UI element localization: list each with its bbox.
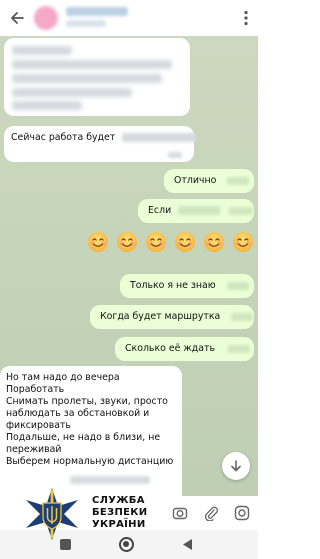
camera-icon[interactable] <box>172 505 188 521</box>
chat-screen: Сейчас работа будет Отлично Если Только … <box>0 0 258 559</box>
sbu-emblem-icon <box>26 488 78 540</box>
message-text: Сколько её ждать <box>125 343 216 354</box>
message-time-redacted <box>227 176 250 185</box>
message-text: Сейчас работа будет <box>11 132 116 143</box>
smiling-face-emoji-icon <box>117 232 137 252</box>
contact-status-redacted <box>66 20 106 27</box>
outgoing-message[interactable]: Когда будет маршрутка <box>90 305 254 329</box>
message-text: Когда будет маршрутка <box>100 311 221 322</box>
smiling-face-emoji-icon <box>88 232 108 252</box>
more-menu-icon[interactable] <box>242 10 250 26</box>
incoming-message[interactable]: Сейчас работа будет <box>4 126 197 162</box>
message-time-redacted <box>70 476 150 484</box>
scroll-down-button[interactable] <box>222 452 250 480</box>
message-line: переживай <box>6 444 62 455</box>
message-line: наблюдать за обстановкой и <box>6 408 150 419</box>
message-time-redacted <box>168 152 182 158</box>
sbu-text: СЛУЖБА БЕЗПЕКИ УКРАЇНИ <box>92 495 147 531</box>
message-line: Поработать <box>6 384 65 395</box>
message-time-redacted <box>231 312 254 321</box>
message-line: Снимать пролеты, звуки, просто <box>6 396 168 407</box>
chat-header <box>0 0 258 36</box>
sbu-line: СЛУЖБА <box>92 495 145 506</box>
sbu-line: БЕЗПЕКИ <box>92 507 148 518</box>
smiling-face-emoji-icon <box>175 232 195 252</box>
outgoing-message[interactable]: Сколько её ждать <box>115 337 254 361</box>
message-text: Отлично <box>174 175 217 186</box>
back-triangle-icon[interactable] <box>181 538 193 551</box>
sbu-watermark: СЛУЖБА БЕЗПЕКИ УКРАЇНИ <box>20 484 150 544</box>
message-line: Выберем нормальную дистанцию <box>6 456 174 467</box>
message-line: Подальше, не надо в близи, не <box>6 432 161 443</box>
smiling-face-emoji-icon <box>204 232 224 252</box>
sbu-line: УКРАЇНИ <box>92 519 146 530</box>
redacted-text <box>178 206 221 215</box>
contact-avatar[interactable] <box>34 6 58 30</box>
outgoing-message[interactable]: Только я не знаю <box>120 274 254 298</box>
message-time-redacted <box>228 344 250 353</box>
back-arrow-icon[interactable] <box>8 9 26 27</box>
message-time-redacted <box>229 206 254 215</box>
outgoing-message[interactable]: Если <box>138 199 254 223</box>
attach-icon[interactable] <box>203 505 219 521</box>
redacted-text <box>122 133 197 142</box>
message-time-redacted <box>226 281 249 290</box>
smiling-face-emoji-icon <box>146 232 166 252</box>
outgoing-message[interactable]: Отлично <box>164 169 254 193</box>
smiling-face-emoji-icon <box>233 232 253 252</box>
camera-video-icon[interactable] <box>234 505 250 521</box>
message-line: фиксировать <box>6 420 71 431</box>
emoji-message[interactable] <box>87 230 258 254</box>
incoming-message-redacted[interactable] <box>4 38 190 116</box>
chevron-down-icon <box>231 460 241 472</box>
message-text: Если <box>148 205 172 216</box>
message-line: Но там надо до вечера <box>6 372 120 383</box>
message-text: Только я не знаю <box>130 280 216 291</box>
contact-name-redacted[interactable] <box>66 7 128 16</box>
